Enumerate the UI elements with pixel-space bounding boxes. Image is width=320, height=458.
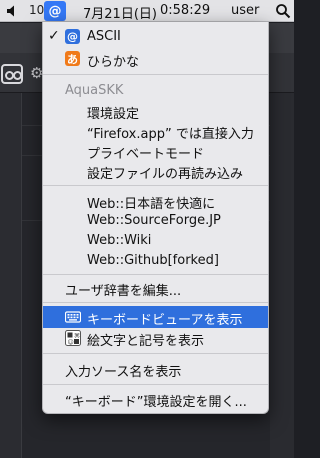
spotlight-search-icon[interactable]	[275, 3, 291, 19]
menu-item-web-wiki[interactable]: Web::Wiki	[43, 230, 268, 252]
hiragana-mode-icon: あ	[65, 51, 80, 66]
menu-item-label: ユーザ辞書を編集...	[65, 284, 182, 299]
svg-text:⌘: ⌘	[74, 333, 80, 340]
menu-separator	[43, 302, 268, 303]
svg-text:☺: ☺	[68, 339, 74, 346]
input-method-dropdown-menu: ✓ @ ASCII あ ひらかな AquaSKK 環境設定 “Firefox.a…	[42, 22, 269, 414]
menu-item-label: キーボードビューアを表示	[87, 313, 243, 328]
ascii-mode-icon: @	[65, 29, 80, 44]
menubar-user-name[interactable]: user	[231, 3, 259, 18]
menu-item-direct-input[interactable]: “Firefox.app” では直接入力	[43, 120, 268, 142]
menubar-date[interactable]: 7月21日(日)	[83, 3, 157, 22]
menu-item-preferences[interactable]: 環境設定	[43, 100, 268, 122]
background-sidebar	[0, 93, 22, 458]
menu-separator	[43, 185, 268, 186]
menu-item-hiragana-mode[interactable]: あ ひらかな	[43, 48, 268, 70]
menu-separator	[43, 74, 268, 75]
menu-item-label: 設定ファイルの再読み込み	[87, 167, 244, 182]
menu-item-show-keyboard-viewer[interactable]: キーボードビューアを表示	[43, 306, 268, 328]
menubar-time[interactable]: 0:58:29	[160, 3, 210, 18]
volume-icon[interactable]	[6, 4, 20, 18]
menu-item-label: ASCII	[87, 29, 121, 44]
menu-item-label: Web::SourceForge.JP	[87, 213, 221, 228]
menu-item-web-github[interactable]: Web::Github[forked]	[43, 250, 268, 272]
menu-separator	[43, 384, 268, 385]
menu-item-ascii-mode[interactable]: ✓ @ ASCII	[43, 26, 268, 48]
menu-item-reload-settings[interactable]: 設定ファイルの再読み込み	[43, 160, 268, 182]
input-method-menu-button[interactable]: @	[44, 1, 66, 21]
menu-item-label: Web::Github[forked]	[87, 253, 219, 268]
menu-item-open-keyboard-preferences[interactable]: “キーボード”環境設定を開く...	[43, 388, 268, 410]
menu-item-web-sourceforge[interactable]: Web::SourceForge.JP	[43, 210, 268, 232]
macos-menubar: 100 @ 7月21日(日) 0:58:29 user	[0, 0, 294, 22]
menu-item-show-input-source-name[interactable]: 入力ソース名を表示	[43, 358, 268, 380]
menu-item-label: “キーボード”環境設定を開く...	[65, 395, 247, 410]
section-title: AquaSKK	[65, 83, 124, 98]
menu-section-header: AquaSKK	[43, 80, 268, 102]
menu-item-label: 入力ソース名を表示	[65, 365, 182, 380]
menu-item-show-emoji-symbols[interactable]: ⌘ ☺ 絵文字と記号を表示	[43, 327, 268, 349]
menu-separator	[43, 353, 268, 354]
reader-view-icon[interactable]	[1, 64, 23, 84]
menu-item-edit-user-dictionary[interactable]: ユーザ辞書を編集...	[43, 277, 268, 299]
menu-item-web-japanese[interactable]: Web::日本語を快適に	[43, 190, 268, 212]
keyboard-icon	[65, 311, 81, 323]
menu-item-label: 絵文字と記号を表示	[87, 334, 205, 349]
menu-item-label: Web::Wiki	[87, 233, 152, 248]
emoji-symbols-icon: ⌘ ☺	[65, 330, 81, 346]
checkmark-icon: ✓	[48, 28, 60, 44]
background-right-panel	[270, 93, 294, 458]
menu-separator	[43, 274, 268, 275]
menu-item-label: ひらかな	[87, 55, 140, 70]
menu-item-private-mode[interactable]: プライベートモード	[43, 140, 268, 162]
